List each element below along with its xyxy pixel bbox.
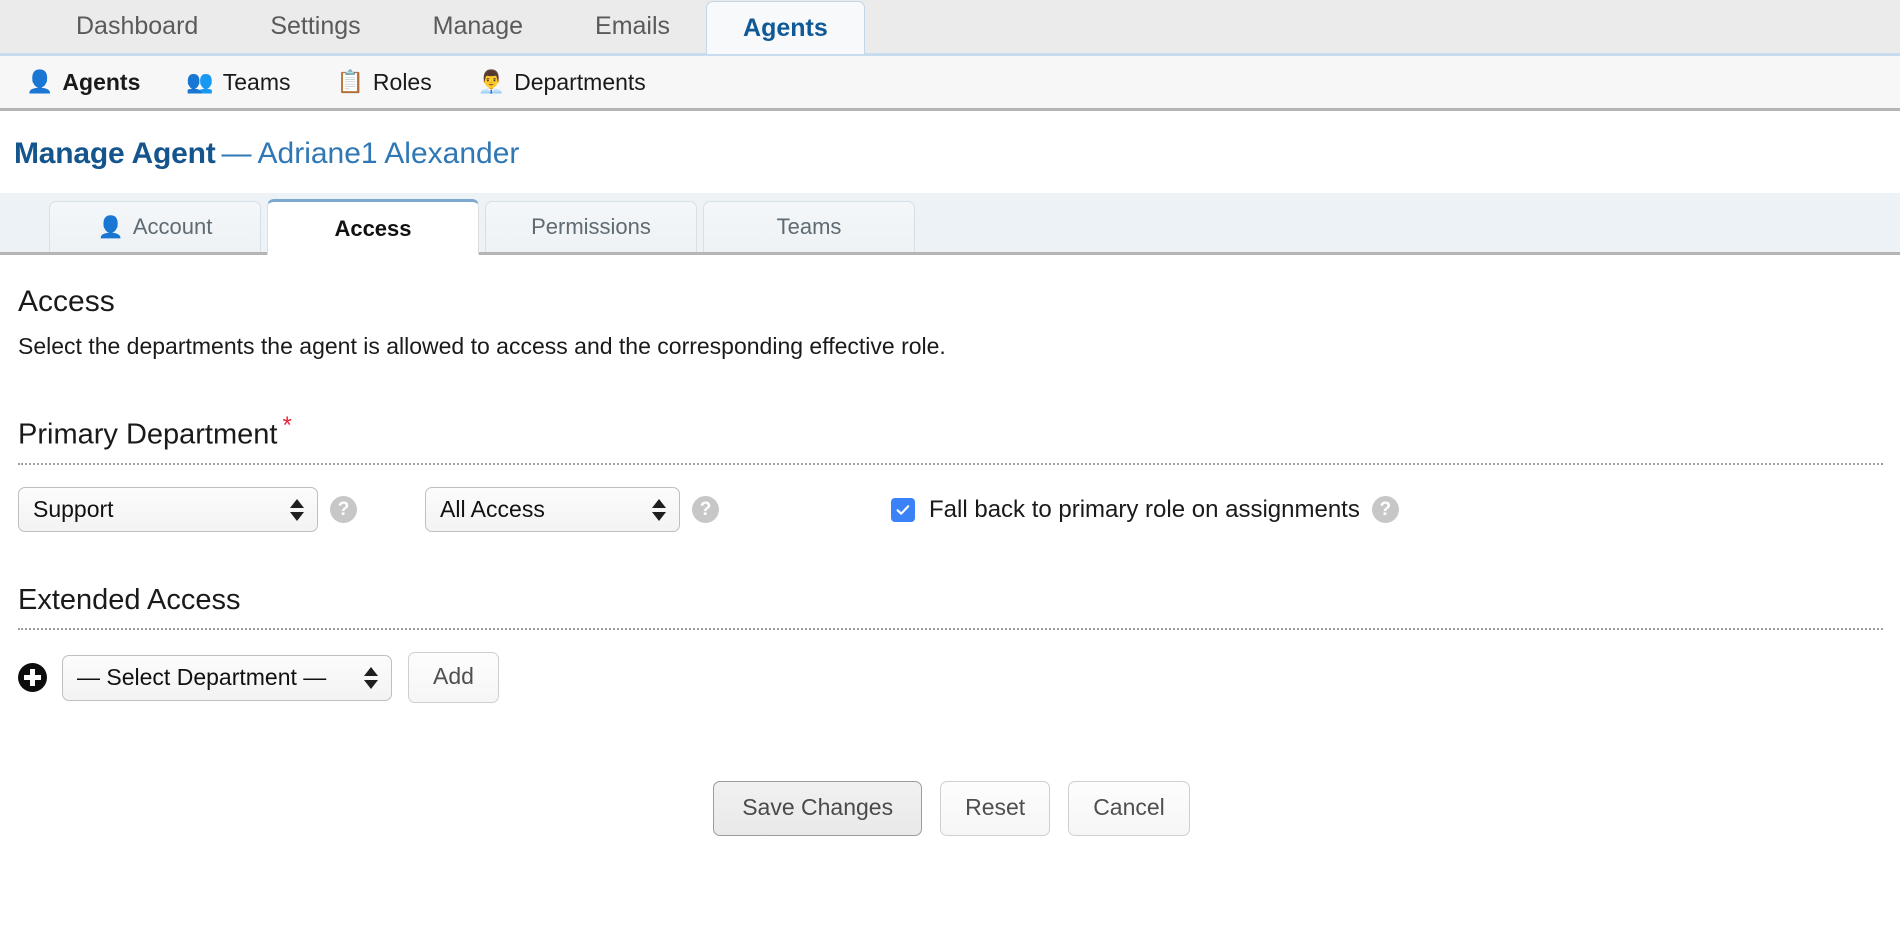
topnav-tab-manage[interactable]: Manage — [397, 0, 559, 53]
primary-department-select[interactable]: Support — [18, 486, 318, 533]
extended-access-heading: Extended Access — [18, 584, 241, 617]
subnav-item-agents[interactable]: 👤 Agents — [26, 69, 140, 96]
departments-desk-icon: 👨‍💼 — [477, 69, 506, 94]
fallback-checkbox-group: Fall back to primary role on assignments… — [891, 496, 1399, 524]
page-title: Manage Agent — Adriane1 Alexander — [0, 111, 1900, 193]
tab-access-label: Access — [334, 215, 412, 241]
primary-navigation-bar: Dashboard Settings Manage Emails Agents — [0, 0, 1900, 56]
subnav-item-teams[interactable]: 👥 Teams — [186, 69, 290, 96]
extended-department-select[interactable]: — Select Department — — [62, 654, 392, 701]
fallback-checkbox-label[interactable]: Fall back to primary role on assignments — [929, 496, 1360, 524]
reset-button[interactable]: Reset — [940, 781, 1051, 836]
teams-people-icon: 👥 — [186, 69, 214, 94]
subnav-item-agents-label: Agents — [62, 68, 141, 95]
extended-access-row: — Select Department — Add — [18, 652, 1900, 703]
primary-role-select-wrap: All Access — [425, 486, 680, 533]
tab-permissions-label: Permissions — [531, 214, 651, 239]
extended-department-select-wrap: — Select Department — — [62, 654, 392, 701]
fallback-help-icon[interactable]: ? — [1371, 496, 1399, 524]
agent-person-icon: 👤 — [26, 69, 54, 94]
fallback-checkbox[interactable] — [891, 497, 915, 522]
account-person-icon: 👤 — [97, 215, 124, 239]
primary-department-select-wrap: Support — [18, 486, 318, 533]
topnav-tab-agents[interactable]: Agents — [706, 1, 865, 54]
primary-department-heading: Primary Department * — [18, 412, 1900, 452]
primary-department-row: Support ? All Access ? Fall back to prim… — [18, 486, 1900, 533]
cancel-button[interactable]: Cancel — [1068, 781, 1190, 836]
tab-teams[interactable]: Teams — [703, 201, 915, 252]
subnav-item-departments[interactable]: 👨‍💼 Departments — [478, 69, 646, 96]
page-title-main: Manage Agent — [14, 137, 216, 170]
form-actions: Save Changes Reset Cancel — [18, 781, 1900, 836]
subnav-item-roles[interactable]: 📋 Roles — [337, 69, 432, 96]
topnav-tab-emails[interactable]: Emails — [559, 0, 706, 53]
subnav-item-departments-label: Departments — [514, 68, 646, 95]
primary-department-help-icon[interactable]: ? — [330, 496, 357, 524]
page-title-separator: — — [221, 137, 252, 170]
roles-list-icon: 📋 — [336, 69, 364, 94]
required-marker: * — [282, 412, 292, 439]
access-panel: Access Select the departments the agent … — [0, 285, 1900, 836]
access-description: Select the departments the agent is allo… — [18, 333, 946, 359]
add-circle-icon[interactable] — [18, 663, 47, 693]
extended-access-divider — [18, 628, 1883, 631]
subnav-item-teams-label: Teams — [222, 68, 291, 95]
primary-department-heading-label: Primary Department — [18, 418, 278, 451]
tab-teams-label: Teams — [776, 214, 842, 239]
tab-account-label: Account — [132, 214, 213, 239]
access-heading: Access — [18, 285, 115, 318]
save-changes-button[interactable]: Save Changes — [713, 781, 923, 836]
add-department-button[interactable]: Add — [408, 652, 499, 703]
topnav-tab-settings[interactable]: Settings — [234, 0, 396, 53]
tab-access[interactable]: Access — [267, 199, 479, 255]
tab-permissions[interactable]: Permissions — [485, 201, 697, 252]
secondary-navigation-bar: 👤 Agents 👥 Teams 📋 Roles 👨‍💼 Departments — [0, 56, 1900, 111]
topnav-tab-dashboard[interactable]: Dashboard — [40, 0, 234, 53]
subnav-item-roles-label: Roles — [372, 68, 432, 95]
page-title-agent-name: Adriane1 Alexander — [257, 137, 520, 170]
tab-account[interactable]: 👤 Account — [49, 201, 261, 252]
primary-role-help-icon[interactable]: ? — [692, 496, 719, 524]
primary-department-divider — [18, 462, 1883, 465]
form-tab-strip: 👤 Account Access Permissions Teams — [0, 193, 1900, 255]
primary-role-select[interactable]: All Access — [425, 486, 680, 533]
